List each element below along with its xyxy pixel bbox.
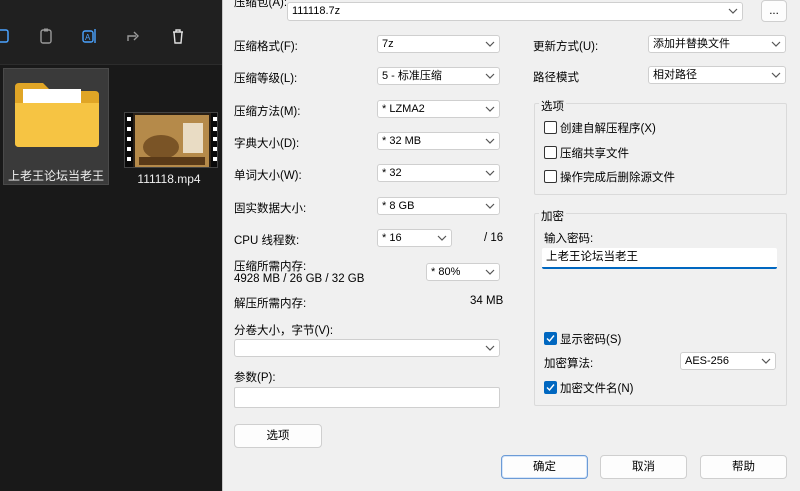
method-label: 压缩方法(M): (234, 106, 301, 118)
folder-icon (13, 79, 101, 149)
add-to-archive-dialog: 压缩包(A): 111118.7z ... 压缩格式(F): 7z 压缩等级(L… (222, 0, 800, 491)
chevron-down-icon (437, 234, 447, 242)
path-value: 相对路径 (653, 69, 697, 81)
delete-icon[interactable] (169, 27, 187, 45)
rename-icon[interactable]: A (81, 27, 99, 45)
video-name: 111118.mp4 (137, 172, 201, 186)
options-button[interactable]: 选项 (234, 424, 322, 448)
archive-label: 压缩包(A): (234, 0, 288, 9)
method-value: * LZMA2 (382, 103, 425, 115)
mem-percent-select[interactable]: * 80% (426, 263, 500, 281)
encryption-method-value: AES-256 (685, 355, 730, 367)
shared-label: 压缩共享文件 (560, 148, 629, 160)
svg-text:A: A (85, 33, 91, 42)
split-combo[interactable] (234, 339, 500, 357)
mem-comp-values: 4928 MB / 26 GB / 32 GB (234, 273, 365, 285)
path-label: 路径模式 (533, 72, 579, 84)
dict-label: 字典大小(D): (234, 138, 300, 150)
mem-decomp-value: 34 MB (470, 295, 504, 307)
shared-checkbox[interactable] (544, 146, 557, 159)
word-value: * 32 (382, 167, 402, 179)
show-password-label: 显示密码(S) (560, 334, 622, 346)
cpu-label: CPU 线程数: (234, 235, 300, 247)
format-value: 7z (382, 38, 394, 50)
update-value: 添加并替换文件 (653, 38, 730, 50)
chevron-down-icon[interactable] (728, 7, 738, 15)
sfx-label: 创建自解压程序(X) (560, 123, 656, 135)
level-select[interactable]: 5 - 标准压缩 (377, 67, 500, 85)
share-icon[interactable] (125, 27, 143, 45)
word-select[interactable]: * 32 (377, 164, 500, 182)
archive-name-value: 111118.7z (292, 5, 341, 17)
cancel-button[interactable]: 取消 (600, 455, 687, 479)
chevron-down-icon (761, 357, 771, 365)
dict-value: * 32 MB (382, 135, 422, 147)
format-select[interactable]: 7z (377, 35, 500, 53)
show-password-checkbox[interactable] (544, 332, 557, 345)
params-input[interactable] (234, 387, 500, 408)
solid-value: * 8 GB (382, 200, 415, 212)
chevron-down-icon (485, 169, 495, 177)
mem-percent-value: * 80% (431, 266, 461, 278)
folder-item[interactable]: 上老王论坛当老王 (3, 68, 109, 185)
help-button[interactable]: 帮助 (700, 455, 787, 479)
chevron-down-icon (485, 105, 495, 113)
encryption-method-select[interactable]: AES-256 (680, 352, 776, 370)
chevron-down-icon (485, 137, 495, 145)
method-select[interactable]: * LZMA2 (377, 100, 500, 118)
path-select[interactable]: 相对路径 (648, 66, 786, 84)
encrypt-names-label: 加密文件名(N) (560, 383, 634, 395)
chevron-down-icon (771, 71, 781, 79)
encryption-method-label: 加密算法: (544, 358, 594, 370)
cpu-total: / 16 (484, 232, 504, 244)
archive-name-combo[interactable]: 111118.7z (287, 2, 743, 21)
solid-select[interactable]: * 8 GB (377, 197, 500, 215)
folder-name: 上老王论坛当老王 (7, 169, 104, 183)
explorer-toolbar: A (0, 0, 222, 65)
update-select[interactable]: 添加并替换文件 (648, 35, 786, 53)
delete-source-label: 操作完成后删除源文件 (560, 172, 675, 184)
copy-icon[interactable] (0, 27, 14, 45)
format-label: 压缩格式(F): (234, 41, 298, 53)
video-thumbnail (124, 112, 218, 168)
chevron-down-icon (771, 40, 781, 48)
ok-button[interactable]: 确定 (501, 455, 588, 479)
mem-comp-label: 压缩所需内存: (234, 261, 307, 273)
update-label: 更新方式(U): (533, 41, 599, 53)
solid-label: 固实数据大小: (234, 203, 307, 215)
sfx-checkbox[interactable] (544, 121, 557, 134)
chevron-down-icon (485, 344, 495, 352)
delete-source-checkbox[interactable] (544, 170, 557, 183)
browse-button[interactable]: ... (761, 0, 787, 22)
password-label: 输入密码: (544, 233, 594, 245)
password-input[interactable]: 上老王论坛当老王 (542, 248, 777, 269)
file-explorer: A 上老王论坛当老王 111118.mp4 (0, 0, 222, 491)
cpu-value: * 16 (382, 232, 402, 244)
params-label: 参数(P): (234, 372, 276, 384)
chevron-down-icon (485, 268, 495, 276)
encrypt-names-checkbox[interactable] (544, 381, 557, 394)
level-value: 5 - 标准压缩 (382, 70, 442, 82)
dict-select[interactable]: * 32 MB (377, 132, 500, 150)
mem-decomp-label: 解压所需内存: (234, 298, 307, 310)
chevron-down-icon (485, 40, 495, 48)
paste-icon[interactable] (37, 27, 55, 45)
encryption-group-title: 加密 (539, 208, 566, 224)
options-group-title: 选项 (539, 98, 566, 114)
cpu-select[interactable]: * 16 (377, 229, 452, 247)
level-label: 压缩等级(L): (234, 73, 298, 85)
word-label: 单词大小(W): (234, 170, 302, 182)
video-item[interactable]: 111118.mp4 (118, 106, 228, 186)
chevron-down-icon (485, 72, 495, 80)
chevron-down-icon (485, 202, 495, 210)
split-label: 分卷大小，字节(V): (234, 325, 334, 337)
